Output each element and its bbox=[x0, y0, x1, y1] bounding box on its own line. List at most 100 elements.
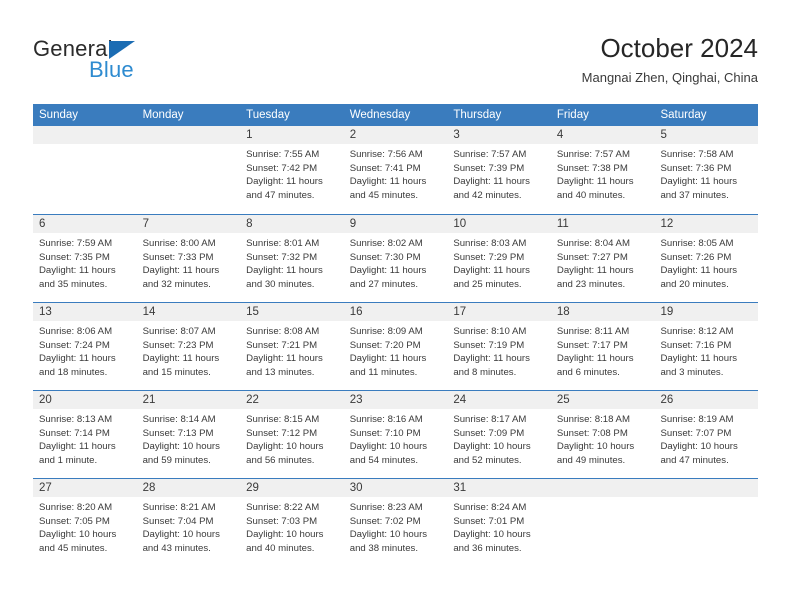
calendar-day-cell-27[interactable]: 27 Sunrise: 8:20 AM Sunset: 7:05 PM Dayligh… bbox=[33, 479, 137, 566]
calendar-day-cell-7[interactable]: 7 Sunrise: 8:00 AM Sunset: 7:33 PM Daylight… bbox=[136, 215, 241, 302]
calendar-day-cell-4[interactable]: 4 Sunrise: 7:57 AM Sunset: 7:38 PM Daylight… bbox=[550, 126, 655, 214]
calendar-day-cell-19[interactable]: 19 Sunrise: 8:12 AM Sunset: 7:16 PM Dayligh… bbox=[654, 303, 759, 390]
sunset-text: Sunset: 7:33 PM bbox=[142, 251, 214, 263]
day-number: 10 bbox=[447, 215, 551, 233]
daylight-text: Daylight: 11 hours and 45 minutes. bbox=[349, 176, 427, 201]
calendar-day-cell-empty bbox=[33, 126, 137, 214]
day-sun-info: Sunrise: 8:15 AM Sunset: 7:12 PM Daylight:… bbox=[240, 409, 344, 467]
day-number: 15 bbox=[240, 303, 344, 321]
day-sun-info: Sunrise: 8:06 AM Sunset: 7:24 PM Daylight:… bbox=[33, 321, 137, 379]
weekday-header-friday: Friday bbox=[556, 109, 589, 121]
calendar-day-cell-9[interactable]: 9 Sunrise: 8:02 AM Sunset: 7:30 PM Daylight… bbox=[343, 215, 448, 302]
sunset-text: Sunset: 7:03 PM bbox=[246, 515, 318, 527]
sunrise-text: Sunrise: 8:19 AM bbox=[660, 414, 734, 425]
calendar-week-row: 1 Sunrise: 7:55 AM Sunset: 7:42 PM Daylight… bbox=[33, 126, 759, 214]
sunrise-text: Sunrise: 7:57 AM bbox=[556, 149, 630, 160]
day-number: 4 bbox=[550, 126, 655, 144]
calendar-weeks: 1 Sunrise: 7:55 AM Sunset: 7:42 PM Daylight… bbox=[33, 126, 759, 566]
calendar-day-cell-10[interactable]: 10 Sunrise: 8:03 AM Sunset: 7:29 PM Dayligh… bbox=[447, 215, 551, 302]
calendar-day-cell-21[interactable]: 21 Sunrise: 8:14 AM Sunset: 7:13 PM Dayligh… bbox=[136, 391, 241, 478]
day-number: 14 bbox=[136, 303, 241, 321]
day-number: 26 bbox=[654, 391, 759, 409]
calendar-day-cell-2[interactable]: 2 Sunrise: 7:56 AM Sunset: 7:41 PM Daylight… bbox=[343, 126, 448, 214]
daylight-text: Daylight: 10 hours and 40 minutes. bbox=[246, 529, 324, 554]
day-number: 27 bbox=[33, 479, 137, 497]
calendar-day-cell-28[interactable]: 28 Sunrise: 8:21 AM Sunset: 7:04 PM Dayligh… bbox=[136, 479, 241, 566]
daylight-text: Daylight: 11 hours and 20 minutes. bbox=[660, 265, 738, 290]
calendar-day-cell-24[interactable]: 24 Sunrise: 8:17 AM Sunset: 7:09 PM Dayligh… bbox=[447, 391, 551, 478]
sunset-text: Sunset: 7:16 PM bbox=[660, 339, 732, 351]
calendar-day-cell-1[interactable]: 1 Sunrise: 7:55 AM Sunset: 7:42 PM Daylight… bbox=[240, 126, 344, 214]
day-number: 8 bbox=[240, 215, 344, 233]
sunset-text: Sunset: 7:17 PM bbox=[556, 339, 628, 351]
sunrise-text: Sunrise: 8:09 AM bbox=[349, 326, 423, 337]
calendar-day-cell-6[interactable]: 6 Sunrise: 7:59 AM Sunset: 7:35 PM Daylight… bbox=[33, 215, 137, 302]
sunset-text: Sunset: 7:13 PM bbox=[142, 427, 214, 439]
daylight-text: Daylight: 11 hours and 1 minute. bbox=[39, 441, 116, 466]
daylight-text: Daylight: 10 hours and 36 minutes. bbox=[453, 529, 531, 554]
day-sun-info: Sunrise: 8:16 AM Sunset: 7:10 PM Daylight:… bbox=[344, 409, 448, 467]
calendar-day-cell-25[interactable]: 25 Sunrise: 8:18 AM Sunset: 7:08 PM Dayligh… bbox=[550, 391, 655, 478]
day-sun-info: Sunrise: 8:18 AM Sunset: 7:08 PM Daylight:… bbox=[551, 409, 655, 467]
day-number: 18 bbox=[550, 303, 655, 321]
calendar-day-cell-20[interactable]: 20 Sunrise: 8:13 AM Sunset: 7:14 PM Dayligh… bbox=[33, 391, 137, 478]
logo-text-blue: Blue bbox=[89, 57, 134, 82]
day-sun-info: Sunrise: 8:02 AM Sunset: 7:30 PM Daylight:… bbox=[344, 233, 448, 291]
calendar-day-cell-15[interactable]: 15 Sunrise: 8:08 AM Sunset: 7:21 PM Dayligh… bbox=[240, 303, 344, 390]
sunrise-text: Sunrise: 8:06 AM bbox=[39, 326, 113, 337]
day-sun-info: Sunrise: 8:24 AM Sunset: 7:01 PM Daylight:… bbox=[447, 497, 551, 555]
calendar-day-cell-12[interactable]: 12 Sunrise: 8:05 AM Sunset: 7:26 PM Dayligh… bbox=[654, 215, 759, 302]
calendar-day-cell-29[interactable]: 29 Sunrise: 8:22 AM Sunset: 7:03 PM Dayligh… bbox=[240, 479, 344, 566]
day-number: 25 bbox=[550, 391, 655, 409]
daylight-text: Daylight: 11 hours and 37 minutes. bbox=[660, 176, 738, 201]
calendar-day-cell-8[interactable]: 8 Sunrise: 8:01 AM Sunset: 7:32 PM Daylight… bbox=[240, 215, 344, 302]
calendar-day-cell-14[interactable]: 14 Sunrise: 8:07 AM Sunset: 7:23 PM Dayligh… bbox=[136, 303, 241, 390]
day-sun-info: Sunrise: 8:14 AM Sunset: 7:13 PM Daylight:… bbox=[137, 409, 241, 467]
sunset-text: Sunset: 7:07 PM bbox=[660, 427, 732, 439]
calendar-day-cell-5[interactable]: 5 Sunrise: 7:58 AM Sunset: 7:36 PM Daylight… bbox=[654, 126, 759, 214]
weekday-header-monday: Monday bbox=[142, 109, 184, 121]
calendar-day-cell-23[interactable]: 23 Sunrise: 8:16 AM Sunset: 7:10 PM Dayligh… bbox=[343, 391, 448, 478]
day-sun-info: Sunrise: 7:57 AM Sunset: 7:39 PM Daylight:… bbox=[447, 144, 551, 202]
day-sun-info: Sunrise: 8:01 AM Sunset: 7:32 PM Daylight:… bbox=[240, 233, 344, 291]
day-sun-info: Sunrise: 7:59 AM Sunset: 7:35 PM Daylight:… bbox=[33, 233, 137, 291]
day-sun-info: Sunrise: 8:05 AM Sunset: 7:26 PM Daylight:… bbox=[654, 233, 758, 291]
weekday-header-wednesday: Wednesday bbox=[349, 109, 411, 121]
day-number: 6 bbox=[33, 215, 137, 233]
calendar-day-cell-17[interactable]: 17 Sunrise: 8:10 AM Sunset: 7:19 PM Dayligh… bbox=[447, 303, 551, 390]
day-sun-info: Sunrise: 8:19 AM Sunset: 7:07 PM Daylight:… bbox=[654, 409, 758, 467]
generalblue-logo[interactable]: General Blue bbox=[33, 36, 263, 84]
calendar-day-cell-3[interactable]: 3 Sunrise: 7:57 AM Sunset: 7:39 PM Daylight… bbox=[447, 126, 551, 214]
daylight-text: Daylight: 11 hours and 25 minutes. bbox=[453, 265, 530, 290]
sunrise-text: Sunrise: 7:58 AM bbox=[660, 149, 734, 160]
daylight-text: Daylight: 11 hours and 23 minutes. bbox=[556, 265, 634, 290]
sunset-text: Sunset: 7:29 PM bbox=[453, 251, 525, 263]
calendar-day-cell-13[interactable]: 13 Sunrise: 8:06 AM Sunset: 7:24 PM Dayligh… bbox=[33, 303, 137, 390]
calendar-day-cell-18[interactable]: 18 Sunrise: 8:11 AM Sunset: 7:17 PM Dayligh… bbox=[550, 303, 655, 390]
sunrise-text: Sunrise: 8:21 AM bbox=[142, 502, 216, 513]
calendar-day-cell-26[interactable]: 26 Sunrise: 8:19 AM Sunset: 7:07 PM Dayligh… bbox=[654, 391, 759, 478]
calendar-day-cell-31[interactable]: 31 Sunrise: 8:24 AM Sunset: 7:01 PM Dayligh… bbox=[447, 479, 551, 566]
calendar-day-cell-16[interactable]: 16 Sunrise: 8:09 AM Sunset: 7:20 PM Dayligh… bbox=[343, 303, 448, 390]
daylight-text: Daylight: 11 hours and 32 minutes. bbox=[142, 265, 220, 290]
sunset-text: Sunset: 7:36 PM bbox=[660, 162, 732, 174]
calendar-day-cell-30[interactable]: 30 Sunrise: 8:23 AM Sunset: 7:02 PM Dayligh… bbox=[343, 479, 448, 566]
calendar-day-cell-11[interactable]: 11 Sunrise: 8:04 AM Sunset: 7:27 PM Dayligh… bbox=[550, 215, 655, 302]
calendar-day-cell-22[interactable]: 22 Sunrise: 8:15 AM Sunset: 7:12 PM Dayligh… bbox=[240, 391, 344, 478]
daylight-text: Daylight: 10 hours and 52 minutes. bbox=[453, 441, 531, 466]
daylight-text: Daylight: 10 hours and 38 minutes. bbox=[349, 529, 428, 554]
daylight-text: Daylight: 10 hours and 59 minutes. bbox=[142, 441, 220, 466]
day-number: 31 bbox=[447, 479, 551, 497]
calendar-week-row: 6 Sunrise: 7:59 AM Sunset: 7:35 PM Daylight… bbox=[33, 214, 759, 302]
day-sun-info: Sunrise: 8:11 AM Sunset: 7:17 PM Daylight:… bbox=[551, 321, 655, 379]
day-number: 2 bbox=[343, 126, 448, 144]
daylight-text: Daylight: 11 hours and 42 minutes. bbox=[453, 176, 530, 201]
day-number: 17 bbox=[447, 303, 551, 321]
sunrise-text: Sunrise: 8:07 AM bbox=[142, 326, 216, 337]
day-number: 11 bbox=[550, 215, 655, 233]
sunset-text: Sunset: 7:01 PM bbox=[453, 515, 525, 527]
weekday-header-thursday: Thursday bbox=[453, 109, 502, 121]
page-subtitle: Mangnai Zhen, Qinghai, China bbox=[581, 70, 758, 85]
sunset-text: Sunset: 7:08 PM bbox=[556, 427, 628, 439]
day-sun-info: Sunrise: 8:21 AM Sunset: 7:04 PM Daylight:… bbox=[137, 497, 241, 555]
